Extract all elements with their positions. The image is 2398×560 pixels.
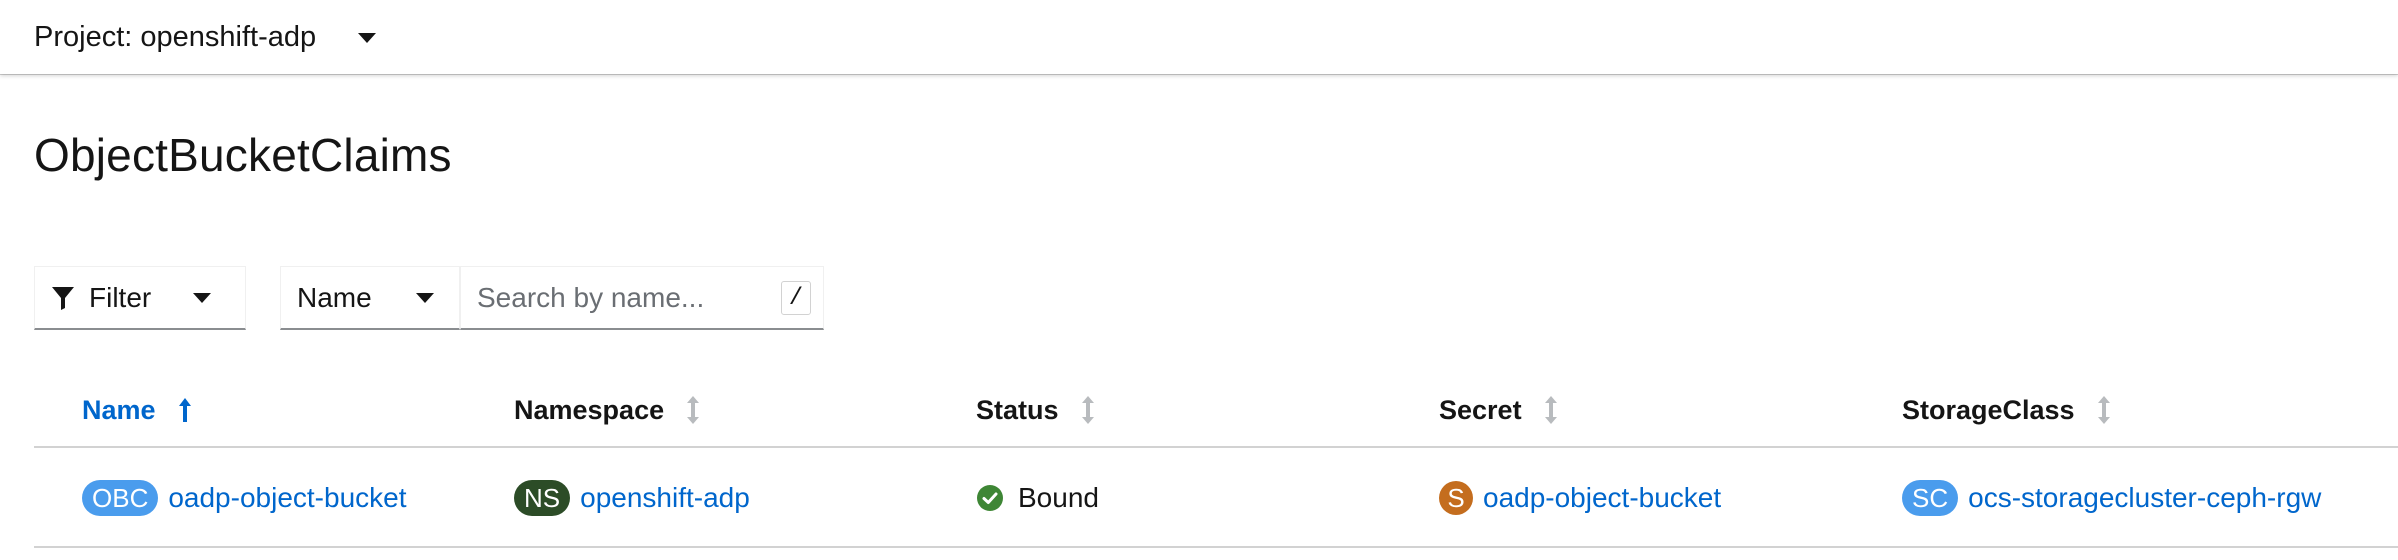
cell-status: Bound [976, 448, 1099, 548]
caret-down-icon [193, 292, 212, 303]
project-label: Project: openshift-adp [34, 20, 317, 53]
column-header-label: StorageClass [1902, 394, 2075, 425]
keyboard-shortcut-hint: / [781, 281, 811, 315]
caret-down-icon [415, 292, 434, 303]
status-text: Bound [1018, 482, 1099, 513]
column-header-status[interactable]: Status [976, 372, 1095, 448]
column-header-label: Namespace [514, 394, 665, 425]
column-header-storageclass[interactable]: StorageClass [1902, 372, 2111, 448]
sort-icon [1544, 396, 1557, 424]
sort-icon [687, 396, 700, 424]
search-box: / [460, 266, 824, 330]
search-input[interactable] [477, 281, 777, 314]
column-header-label: Secret [1439, 394, 1522, 425]
table-row: OBC oadp-object-bucket NS openshift-adp … [34, 448, 2398, 548]
column-header-namespace[interactable]: Namespace [514, 372, 700, 448]
cell-namespace: NS openshift-adp [514, 448, 750, 548]
column-header-name[interactable]: Name [82, 372, 192, 448]
column-header-secret[interactable]: Secret [1439, 372, 1558, 448]
search-type-select[interactable]: Name [280, 266, 460, 330]
list-toolbar: Filter Name / [34, 266, 824, 330]
namespace-link[interactable]: openshift-adp [580, 482, 750, 514]
sort-ascending-icon [178, 398, 191, 422]
storageclass-link[interactable]: ocs-storagecluster-ceph-rgw [1968, 482, 2321, 514]
object-bucket-claims-table: Name Namespace Status Secret StorageClas… [34, 372, 2398, 548]
caret-down-icon [358, 33, 377, 43]
filter-dropdown[interactable]: Filter [34, 266, 246, 330]
table-header: Name Namespace Status Secret StorageClas… [34, 372, 2398, 448]
cell-name: OBC oadp-object-bucket [82, 448, 407, 548]
check-circle-icon [977, 485, 1003, 511]
obc-resource-badge: OBC [82, 480, 159, 516]
storageclass-resource-badge: SC [1902, 480, 1959, 516]
sort-icon [1081, 396, 1094, 424]
namespace-resource-badge: NS [514, 480, 571, 516]
sort-icon [2097, 396, 2110, 424]
cell-storageclass: SC ocs-storagecluster-ceph-rgw [1902, 448, 2321, 548]
cell-secret: S oadp-object-bucket [1439, 448, 1721, 548]
filter-icon [52, 286, 74, 310]
secret-link[interactable]: oadp-object-bucket [1483, 482, 1721, 514]
search-type-label: Name [297, 281, 372, 313]
secret-resource-badge: S [1439, 481, 1473, 515]
obc-name-link[interactable]: oadp-object-bucket [168, 482, 406, 514]
project-bar: Project: openshift-adp [0, 0, 2398, 74]
search-group: Name / [280, 266, 824, 330]
column-header-label: Name [82, 394, 156, 425]
filter-label: Filter [89, 281, 152, 313]
column-header-label: Status [976, 394, 1059, 425]
project-selector[interactable]: Project: openshift-adp [34, 7, 377, 67]
page-title: ObjectBucketClaims [34, 129, 452, 181]
